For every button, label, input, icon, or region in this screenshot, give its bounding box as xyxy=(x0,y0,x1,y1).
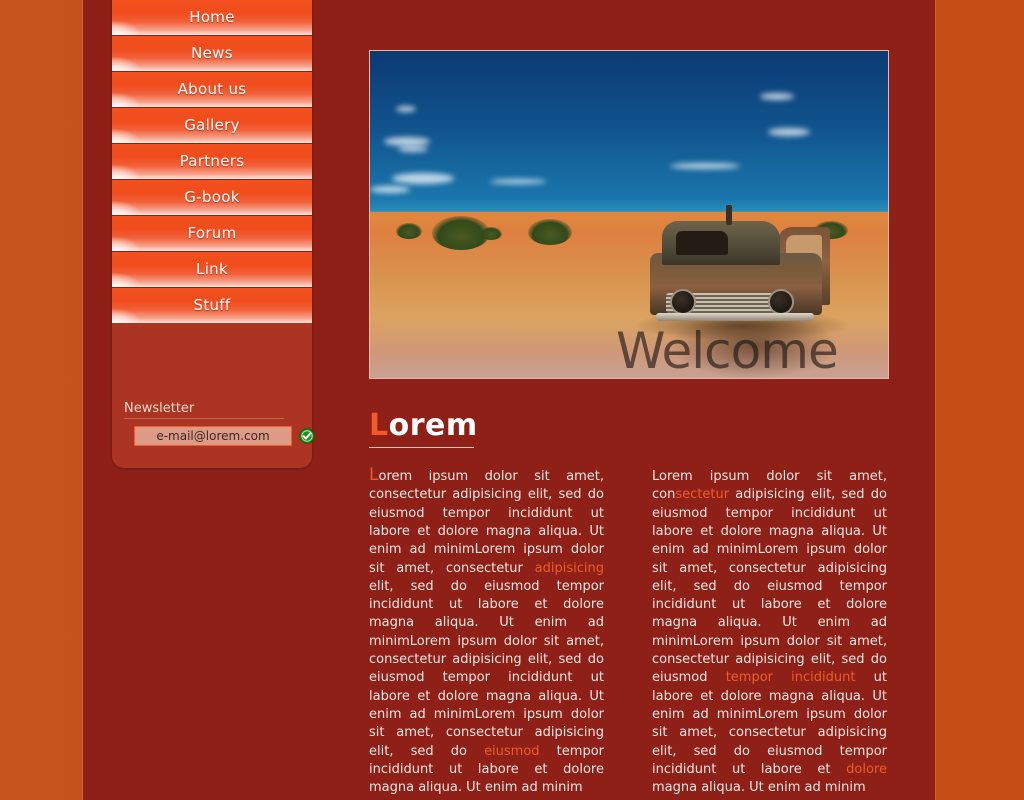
inline-link-adipisicing[interactable]: adipisicing xyxy=(535,561,604,576)
sidebar: Home News About us Gallery Partners G-bo… xyxy=(112,0,315,468)
cloud xyxy=(490,179,546,184)
newsletter-email-input[interactable] xyxy=(134,426,292,446)
text-run: adipisicing elit, sed do eiusmod tempor … xyxy=(652,487,887,686)
inline-link-eiusmod[interactable]: eiusmod xyxy=(484,744,540,759)
sidebar-item-news[interactable]: News xyxy=(112,36,312,72)
sidebar-item-stuff[interactable]: Stuff xyxy=(112,288,312,323)
newsletter-submit-button[interactable] xyxy=(299,428,315,444)
newsletter-form xyxy=(134,426,315,446)
title-dropcap: L xyxy=(369,408,389,443)
tree xyxy=(528,219,572,245)
desert-car-photo xyxy=(370,51,888,378)
text-run: elit, sed do eiusmod tempor incididunt u… xyxy=(369,578,604,759)
page-title: Lorem xyxy=(369,408,477,448)
newsletter-section: Newsletter xyxy=(112,397,315,446)
cloud xyxy=(392,173,454,184)
car-headlight-right xyxy=(768,289,794,315)
green-check-icon xyxy=(299,428,315,444)
nav-label: Stuff xyxy=(193,296,231,314)
sidebar-item-gallery[interactable]: Gallery xyxy=(112,108,312,144)
nav-label: Home xyxy=(189,8,235,26)
main-navigation: Home News About us Gallery Partners G-bo… xyxy=(112,0,312,323)
inline-link-sectetur[interactable]: sectetur xyxy=(675,487,729,502)
cloud xyxy=(396,106,416,112)
title-rest: orem xyxy=(388,408,478,443)
cloud xyxy=(760,93,794,100)
cloud xyxy=(670,163,740,169)
car-windshield xyxy=(676,231,728,255)
inline-link-dolore[interactable]: dolore xyxy=(846,762,887,777)
rusted-car xyxy=(636,205,848,341)
inline-link-tempor-incididunt[interactable]: tempor incididunt xyxy=(726,670,856,685)
article-paragraph-right: Lorem ipsum dolor sit amet, consectetur … xyxy=(652,468,887,797)
sidebar-item-partners[interactable]: Partners xyxy=(112,144,312,180)
newsletter-heading: Newsletter xyxy=(124,401,284,419)
sidebar-item-about-us[interactable]: About us xyxy=(112,72,312,108)
nav-label: Link xyxy=(196,260,228,278)
article-column-right: Lorem ipsum dolor sit amet, consectetur … xyxy=(652,468,887,797)
tree xyxy=(396,223,422,239)
nav-label: G-book xyxy=(184,188,240,206)
article-column-left: Lorem ipsum dolor sit amet, consectetur … xyxy=(369,467,604,797)
car-headlight-left xyxy=(670,289,696,315)
nav-label: Gallery xyxy=(184,116,240,134)
main-content: Welcome Lorem Lorem ipsum dolor sit amet… xyxy=(369,0,909,797)
article-paragraph-left: Lorem ipsum dolor sit amet, consectetur … xyxy=(369,467,604,797)
nav-label: Partners xyxy=(179,152,245,170)
nav-label: Forum xyxy=(187,224,237,242)
nav-label: News xyxy=(191,44,233,62)
page-container: Home News About us Gallery Partners G-bo… xyxy=(83,0,935,800)
nav-label: About us xyxy=(177,80,247,98)
sidebar-item-link[interactable]: Link xyxy=(112,252,312,288)
cloud xyxy=(384,137,430,146)
article-columns: Lorem ipsum dolor sit amet, consectetur … xyxy=(369,467,909,797)
sidebar-item-home[interactable]: Home xyxy=(112,0,312,36)
tree xyxy=(480,227,502,240)
cloud xyxy=(398,146,428,152)
sidebar-item-g-book[interactable]: G-book xyxy=(112,180,312,216)
cloud xyxy=(370,186,410,193)
sidebar-item-forum[interactable]: Forum xyxy=(112,216,312,252)
car-bumper xyxy=(656,313,814,321)
car-exhaust-pipe xyxy=(726,205,732,225)
text-run: magna aliqua. Ut enim ad minim xyxy=(652,780,866,796)
cloud xyxy=(768,128,810,136)
hero-image: Welcome xyxy=(369,50,889,379)
